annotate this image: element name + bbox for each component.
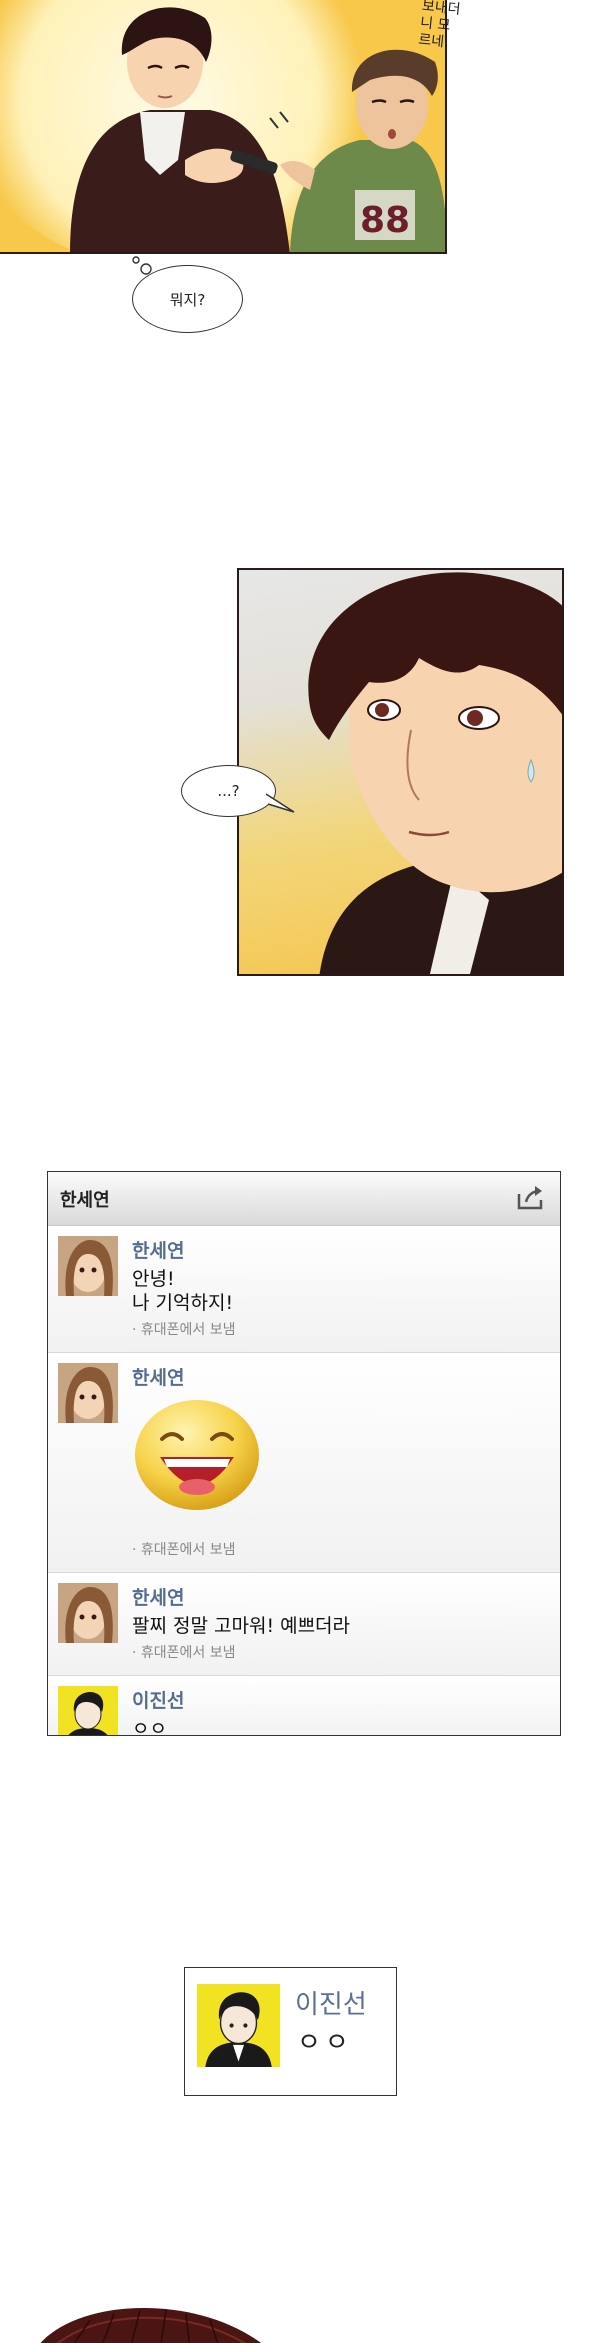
avatar	[58, 1686, 118, 1735]
message-text: ㅇㅇ	[132, 1718, 167, 1736]
conversation-title: 한세연	[60, 1190, 110, 1211]
sender-avatar-girl	[58, 1363, 118, 1423]
message-item[interactable]: 한세연 · 휴대폰에서 보냄	[48, 1353, 560, 1573]
speech-bubble-ellipsis: ...?	[181, 765, 276, 817]
speech-text: ...?	[217, 782, 240, 800]
avatar	[58, 1583, 118, 1643]
message-window: 한세연 한세연 안녕! 나 기억하지! · 휴대폰에서 보냄 한세연 · 휴대폰…	[47, 1171, 561, 1736]
sender-avatar-boy	[197, 1984, 280, 2067]
hair-illustration	[40, 2307, 261, 2343]
svg-text:88: 88	[360, 200, 410, 241]
message-titlebar: 한세연	[48, 1172, 560, 1226]
message-item[interactable]: 한세연 팔찌 정말 고마워! 예쁘더라 · 휴대폰에서 보냄	[48, 1573, 560, 1676]
sender-avatar-girl	[58, 1236, 118, 1296]
sender-avatar-boy	[58, 1686, 118, 1735]
sender-name: 한세연	[132, 1587, 185, 1609]
comic-panel-phone-scene: 88	[0, 0, 447, 254]
sender-name: 한세연	[132, 1240, 185, 1262]
share-icon[interactable]	[516, 1184, 546, 1212]
boy-closeup-illustration	[308, 572, 562, 974]
contact-message-text: ㅇㅇ	[297, 2028, 353, 2058]
message-text: 팔찌 정말 고마워! 예쁘더라	[132, 1615, 351, 1637]
avatar	[197, 1984, 280, 2067]
thought-tail-dots	[132, 256, 152, 275]
contact-name: 이진선	[295, 1990, 367, 2020]
contact-message-card: 이진선 ㅇㅇ	[184, 1967, 397, 2096]
sent-from-phone-label: · 휴대폰에서 보냄	[132, 1322, 236, 1338]
sender-name: 이진선	[132, 1690, 185, 1712]
message-text: 안녕!	[132, 1268, 175, 1290]
comic-panel-closeup	[237, 568, 564, 976]
avatar	[58, 1236, 118, 1296]
sent-from-phone-label: · 휴대폰에서 보냄	[132, 1645, 236, 1661]
sender-avatar-girl	[58, 1583, 118, 1643]
speech-text: 뭐지?	[169, 290, 206, 309]
boys-illustration: 88	[70, 7, 445, 252]
avatar	[58, 1363, 118, 1423]
laughing-face-emoticon	[135, 1400, 259, 1510]
sent-from-phone-label: · 휴대폰에서 보냄	[132, 1542, 236, 1558]
speech-bubble-tail	[266, 793, 295, 813]
speech-bubble-what: 뭐지?	[132, 265, 243, 333]
sender-name: 한세연	[132, 1367, 185, 1389]
message-text: 나 기억하지!	[132, 1292, 234, 1314]
message-item[interactable]: 이진선 ㅇㅇ	[48, 1676, 560, 1736]
message-item[interactable]: 한세연 안녕! 나 기억하지! · 휴대폰에서 보냄	[48, 1226, 560, 1353]
sfx-text: 보내더니 모르네.	[417, 0, 462, 51]
comic-panel-partial-hair	[30, 2290, 280, 2343]
